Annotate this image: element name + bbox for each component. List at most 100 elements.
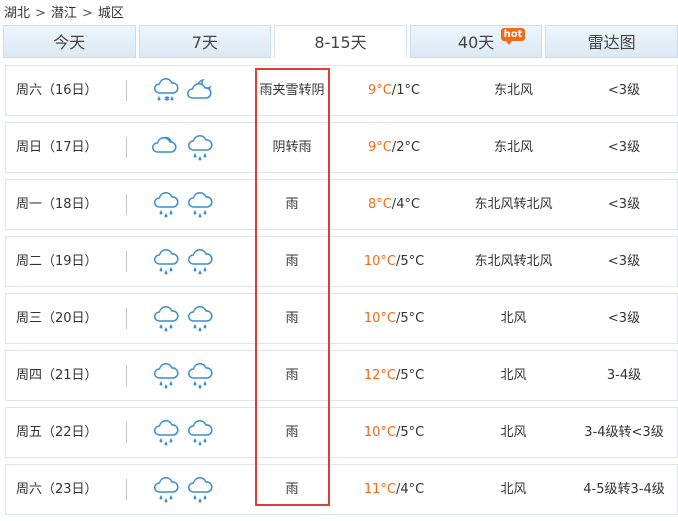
breadcrumb-district: 城区 xyxy=(97,6,124,21)
rain-icon xyxy=(185,476,215,504)
temp-low: 5°C xyxy=(400,254,425,269)
row-divider xyxy=(126,251,127,272)
forecast-list: 周六（16日） 雨夹雪转阴 9°C/1°C 东北风 <3级 周日（17日） 阴转雨 9°C/2… xyxy=(5,65,678,521)
weather-description: 雨 xyxy=(285,425,299,440)
temp-high: 10°C xyxy=(363,311,396,326)
row-divider xyxy=(126,308,127,329)
day-label: 周二（19日） xyxy=(16,254,98,269)
weather-description: 雨夹雪转阴 xyxy=(259,83,325,98)
wind-level: <3级 xyxy=(607,83,641,98)
temperature: 9°C/2°C xyxy=(367,140,421,155)
forecast-row: 周日（17日） 阴转雨 9°C/2°C 东北风 <3级 xyxy=(5,122,678,173)
temp-low: 5°C xyxy=(400,311,425,326)
weather-icons xyxy=(151,123,221,172)
rain-icon xyxy=(185,305,215,333)
weather-icons xyxy=(151,237,221,286)
weather-description: 雨 xyxy=(285,482,299,497)
forecast-row: 周一（18日） 雨 8°C/4°C 东北风转北风 <3级 xyxy=(5,179,678,230)
wind-level: <3级 xyxy=(607,140,641,155)
rain-icon xyxy=(185,362,215,390)
row-divider xyxy=(126,194,127,215)
temp-high: 8°C xyxy=(367,197,392,212)
rain-snow-icon xyxy=(151,77,181,105)
tab-40-days[interactable]: 40天 hot xyxy=(409,25,543,58)
temperature: 10°C/5°C xyxy=(363,254,425,269)
wind-level: 4-5级转3-4级 xyxy=(583,482,665,497)
breadcrumb-province[interactable]: 湖北 xyxy=(4,6,30,21)
rain-icon xyxy=(151,419,181,447)
forecast-row: 周四（21日） 雨 12°C/5°C 北风 3-4级 xyxy=(5,350,678,401)
day-label: 周三（20日） xyxy=(16,311,98,326)
weather-icons xyxy=(151,66,221,115)
rain-icon xyxy=(151,305,181,333)
forecast-row: 周五（22日） 雨 10°C/5°C 北风 3-4级转<3级 xyxy=(5,407,678,458)
weather-icons xyxy=(151,408,221,457)
temperature: 12°C/5°C xyxy=(363,368,425,383)
row-divider xyxy=(126,422,127,443)
tab-radar[interactable]: 雷达图 xyxy=(545,25,678,58)
temp-low: 4°C xyxy=(396,197,421,212)
rain-icon xyxy=(185,248,215,276)
tab-label: 8-15天 xyxy=(314,33,367,52)
wind-level: <3级 xyxy=(607,311,641,326)
wind-direction: 东北风 xyxy=(493,140,533,155)
temperature: 9°C/1°C xyxy=(367,83,421,98)
weather-description: 雨 xyxy=(285,197,299,212)
wind-direction: 北风 xyxy=(500,425,527,440)
day-label: 周日（17日） xyxy=(16,140,98,155)
day-label: 周六（23日） xyxy=(16,482,98,497)
wind-direction: 东北风转北风 xyxy=(474,197,553,212)
rain-icon xyxy=(151,476,181,504)
temp-low: 4°C xyxy=(400,482,425,497)
rain-icon xyxy=(185,191,215,219)
wind-level: 3-4级转<3级 xyxy=(584,425,664,440)
tab-7-days[interactable]: 7天 xyxy=(138,25,272,58)
weather-icons xyxy=(151,465,221,514)
weather-description: 雨 xyxy=(285,311,299,326)
rain-icon xyxy=(185,419,215,447)
forecast-row: 周二（19日） 雨 10°C/5°C 东北风转北风 <3级 xyxy=(5,236,678,287)
breadcrumb-separator: > xyxy=(35,6,46,21)
day-label: 周一（18日） xyxy=(16,197,98,212)
tab-today[interactable]: 今天 xyxy=(3,25,136,58)
temp-low: 5°C xyxy=(400,368,425,383)
weather-description: 雨 xyxy=(285,254,299,269)
temp-high: 9°C xyxy=(367,140,392,155)
temp-high: 10°C xyxy=(363,254,396,269)
temp-high: 9°C xyxy=(367,83,392,98)
partly-cloudy-night-icon xyxy=(185,77,215,105)
weather-description: 阴转雨 xyxy=(272,140,312,155)
forecast-tabs: 今天 7天 8-15天 40天 hot 雷达图 xyxy=(3,25,678,58)
forecast-row: 周六（23日） 雨 11°C/4°C 北风 4-5级转3-4级 xyxy=(5,464,678,515)
day-label: 周五（22日） xyxy=(16,425,98,440)
weather-icons xyxy=(151,294,221,343)
weather-description: 雨 xyxy=(285,368,299,383)
temp-low: 2°C xyxy=(396,140,421,155)
breadcrumb-separator: > xyxy=(81,6,93,21)
tab-label: 今天 xyxy=(53,33,86,52)
row-divider xyxy=(126,80,127,101)
wind-level: 3-4级 xyxy=(606,368,642,383)
rain-icon xyxy=(151,191,181,219)
wind-direction: 北风 xyxy=(500,368,527,383)
wind-level: <3级 xyxy=(607,254,641,269)
wind-level: <3级 xyxy=(607,197,641,212)
temperature: 11°C/4°C xyxy=(363,482,425,497)
tab-8-15-days[interactable]: 8-15天 xyxy=(274,25,407,58)
wind-direction: 北风 xyxy=(500,311,527,326)
row-divider xyxy=(126,137,127,158)
wind-direction: 东北风转北风 xyxy=(474,254,553,269)
row-divider xyxy=(126,365,127,386)
forecast-row: 周三（20日） 雨 10°C/5°C 北风 <3级 xyxy=(5,293,678,344)
breadcrumb-city[interactable]: 潜江 xyxy=(51,6,77,21)
rain-icon xyxy=(185,134,215,162)
tab-label: 40天 xyxy=(457,33,495,52)
tab-label: 7天 xyxy=(191,33,218,52)
rain-icon xyxy=(151,248,181,276)
wind-direction: 北风 xyxy=(500,482,527,497)
weather-icons xyxy=(151,180,221,229)
cloudy-icon xyxy=(151,134,181,162)
temperature: 10°C/5°C xyxy=(363,425,425,440)
temp-high: 11°C xyxy=(363,482,396,497)
temperature: 8°C/4°C xyxy=(367,197,421,212)
